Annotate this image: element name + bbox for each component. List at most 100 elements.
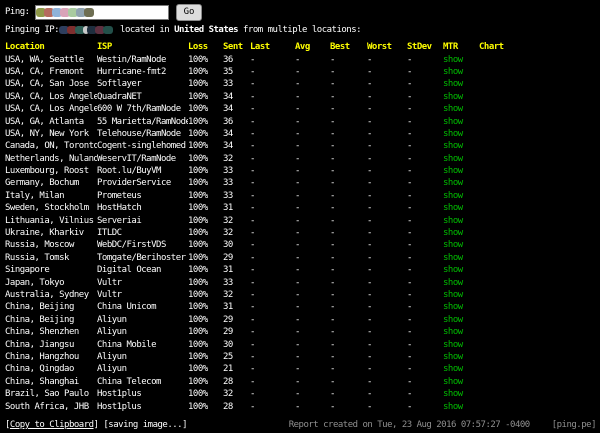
cell-last: -	[250, 278, 295, 288]
cell-location: USA, CA, Fremont	[5, 67, 97, 77]
mtr-show-link[interactable]: show	[443, 129, 463, 139]
cell-loss: 100%	[188, 327, 223, 337]
table-row: Japan, Tokyo Vultr 100% 33 - - - - - sho…	[5, 276, 600, 288]
cell-loss: 100%	[188, 203, 223, 213]
table-row: Ukraine, Kharkiv ITLDC 100% 32 - - - - -…	[5, 227, 600, 239]
cell-last: -	[250, 67, 295, 77]
header-worst: Worst	[367, 42, 407, 52]
mtr-show-link[interactable]: show	[443, 278, 463, 288]
copy-to-clipboard-link[interactable]: Copy to Clipboard	[10, 420, 94, 430]
table-row: USA, CA, Los Angeles 600 W 7th/RamNode 1…	[5, 103, 600, 115]
mtr-show-link[interactable]: show	[443, 228, 463, 238]
mtr-show-link[interactable]: show	[443, 79, 463, 89]
cell-sent: 33	[223, 278, 250, 288]
mtr-show-link[interactable]: show	[443, 203, 463, 213]
cell-sent: 31	[223, 203, 250, 213]
mtr-show-link[interactable]: show	[443, 117, 463, 127]
pinging-suffix: from multiple locations:	[238, 25, 361, 35]
cell-isp: Vultr	[97, 278, 188, 288]
cell-worst: -	[367, 178, 407, 188]
cell-loss: 100%	[188, 79, 223, 89]
cell-last: -	[250, 55, 295, 65]
mtr-show-link[interactable]: show	[443, 191, 463, 201]
cell-sent: 29	[223, 327, 250, 337]
table-row: Singapore Digital Ocean 100% 31 - - - - …	[5, 264, 600, 276]
cell-avg: -	[295, 203, 330, 213]
cell-stdev: -	[407, 315, 443, 325]
table-row: Russia, Moscow WebDC/FirstVDS 100% 30 - …	[5, 239, 600, 251]
cell-avg: -	[295, 340, 330, 350]
cell-loss: 100%	[188, 166, 223, 176]
mtr-show-link[interactable]: show	[443, 92, 463, 102]
mtr-show-link[interactable]: show	[443, 253, 463, 263]
mtr-show-link[interactable]: show	[443, 389, 463, 399]
mtr-show-link[interactable]: show	[443, 327, 463, 337]
cell-location: USA, CA, San Jose	[5, 79, 97, 89]
mtr-show-link[interactable]: show	[443, 154, 463, 164]
cell-last: -	[250, 203, 295, 213]
table-row: USA, WA, Seattle Westin/RamNode 100% 36 …	[5, 53, 600, 65]
mtr-show-link[interactable]: show	[443, 302, 463, 312]
cell-location: Brazil, Sao Paulo	[5, 389, 97, 399]
pinging-status-line: Pinging IP: located in United States fro…	[5, 25, 361, 35]
cell-avg: -	[295, 402, 330, 412]
mtr-show-link[interactable]: show	[443, 340, 463, 350]
cell-worst: -	[367, 67, 407, 77]
mtr-show-link[interactable]: show	[443, 290, 463, 300]
cell-isp: China Telecom	[97, 377, 188, 387]
cell-isp: WebDC/FirstVDS	[97, 240, 188, 250]
cell-sent: 30	[223, 240, 250, 250]
ping-label: Ping:	[5, 7, 30, 17]
cell-avg: -	[295, 117, 330, 127]
cell-stdev: -	[407, 141, 443, 151]
cell-best: -	[330, 377, 367, 387]
cell-location: China, Shenzhen	[5, 327, 97, 337]
cell-isp: WeservIT/RamNode	[97, 154, 188, 164]
cell-last: -	[250, 216, 295, 226]
cell-stdev: -	[407, 154, 443, 164]
cell-avg: -	[295, 315, 330, 325]
mtr-show-link[interactable]: show	[443, 352, 463, 362]
table-row: China, Beijing China Unicom 100% 31 - - …	[5, 301, 600, 313]
cell-isp: Hurricane-fmt2	[97, 67, 188, 77]
cell-worst: -	[367, 191, 407, 201]
cell-stdev: -	[407, 129, 443, 139]
table-row: China, Shenzhen Aliyun 100% 29 - - - - -…	[5, 326, 600, 338]
bracket: ]	[94, 420, 99, 430]
mtr-show-link[interactable]: show	[443, 55, 463, 65]
cell-sent: 25	[223, 352, 250, 362]
mtr-show-link[interactable]: show	[443, 216, 463, 226]
cell-sent: 33	[223, 178, 250, 188]
header-chart: Chart	[479, 42, 504, 52]
cell-loss: 100%	[188, 265, 223, 275]
mtr-show-link[interactable]: show	[443, 315, 463, 325]
cell-best: -	[330, 327, 367, 337]
mtr-show-link[interactable]: show	[443, 402, 463, 412]
mtr-show-link[interactable]: show	[443, 377, 463, 387]
mtr-show-link[interactable]: show	[443, 265, 463, 275]
ping-input[interactable]	[35, 5, 169, 20]
cell-best: -	[330, 265, 367, 275]
cell-loss: 100%	[188, 55, 223, 65]
cell-worst: -	[367, 216, 407, 226]
cell-last: -	[250, 228, 295, 238]
table-row: Brazil, Sao Paulo Host1plus 100% 32 - - …	[5, 388, 600, 400]
cell-location: China, Beijing	[5, 315, 97, 325]
header-avg: Avg	[295, 42, 330, 52]
cell-worst: -	[367, 327, 407, 337]
cell-sent: 34	[223, 92, 250, 102]
mtr-show-link[interactable]: show	[443, 67, 463, 77]
mtr-show-link[interactable]: show	[443, 240, 463, 250]
mtr-show-link[interactable]: show	[443, 364, 463, 374]
mtr-show-link[interactable]: show	[443, 178, 463, 188]
go-button[interactable]: Go	[176, 4, 203, 21]
cell-stdev: -	[407, 302, 443, 312]
cell-location: USA, CA, Los Angeles	[5, 104, 97, 114]
cell-last: -	[250, 154, 295, 164]
cell-isp: Aliyun	[97, 352, 188, 362]
mtr-show-link[interactable]: show	[443, 166, 463, 176]
mtr-show-link[interactable]: show	[443, 104, 463, 114]
mtr-show-link[interactable]: show	[443, 141, 463, 151]
cell-stdev: -	[407, 79, 443, 89]
cell-sent: 33	[223, 166, 250, 176]
